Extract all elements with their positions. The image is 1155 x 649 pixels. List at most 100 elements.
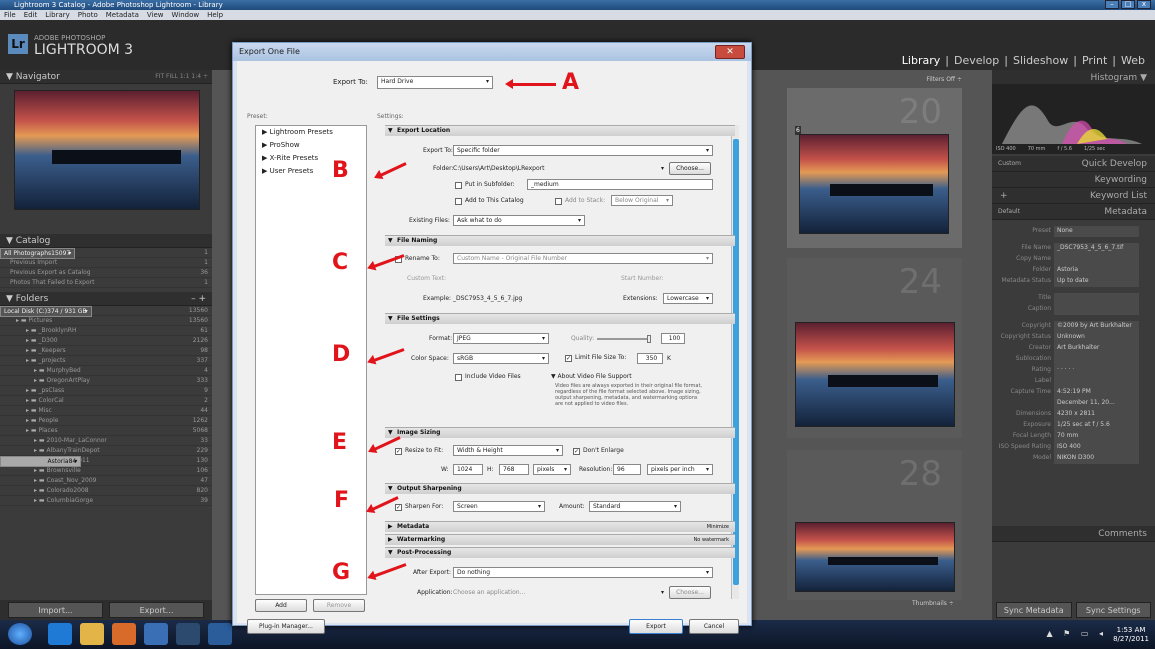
lightroom-task-icon[interactable] [176,623,200,645]
thumbnail[interactable] [795,522,955,592]
choose-folder-button[interactable]: Choose... [669,162,711,175]
stack-select[interactable]: Below Original [611,195,673,206]
extensions-select[interactable]: Lowercase [663,293,713,304]
filter-toggle[interactable]: Filters Off ÷ [926,76,962,83]
resolution-unit-select[interactable]: pixels per inch [647,464,713,475]
folders-add-remove[interactable]: – + [191,292,212,306]
catalog-item[interactable]: All Photographs 15097 [0,248,76,259]
add-stack-checkbox[interactable] [555,198,562,205]
metadata-header[interactable]: Default Metadata [992,204,1155,220]
clock[interactable]: 1:53 AM 8/27/2011 [1113,626,1149,644]
metadata-value[interactable]: Art Burkhalter [1054,343,1139,354]
metadata-value[interactable]: 70 mm [1054,431,1139,442]
metadata-value[interactable]: Astoria [1054,265,1139,276]
folders-header[interactable]: ▼ Folders – + [0,292,212,306]
rename-select[interactable]: Custom Name - Original File Number [453,253,713,264]
folder-dropdown-icon[interactable]: ▾ [661,165,664,172]
folder-item[interactable]: ▸ ▬ Coast_Nov_2009 47 [0,476,212,486]
section-post-processing[interactable]: Post-Processing [385,547,735,558]
sharpen-checkbox[interactable]: ✓ [395,504,402,511]
add-catalog-checkbox[interactable] [455,198,462,205]
module-slideshow[interactable]: Slideshow [1013,54,1068,67]
section-metadata[interactable]: Metadata Minimize [385,521,735,532]
folder-item[interactable]: ▸ ▬ People 1262 [0,416,212,426]
preset-xrite[interactable]: ▶ X-Rite Presets [256,152,366,165]
preset-lightroom[interactable]: ▶ Lightroom Presets [256,126,366,139]
metadata-value[interactable]: 4:52:19 PM [1054,387,1139,398]
dont-enlarge-checkbox[interactable]: ✓ [573,448,580,455]
folder-item[interactable]: ▸ ▬ _BrooklynRH 61 [0,326,212,336]
metadata-value[interactable]: ISO 400 [1054,442,1139,453]
quality-input[interactable]: 100 [661,333,685,344]
comments-header[interactable]: Comments [992,526,1155,542]
photoshop-task-icon[interactable] [208,623,232,645]
word-icon[interactable] [144,623,168,645]
location-export-to-select[interactable]: Specific folder [453,145,713,156]
cancel-button[interactable]: Cancel [689,619,739,634]
after-export-select[interactable]: Do nothing [453,567,713,578]
folder-item[interactable]: ▸ ▬ _Keepers 98 [0,346,212,356]
media-icon[interactable] [112,623,136,645]
metadata-value[interactable]: Up to date [1054,276,1139,287]
metadata-value[interactable] [1054,354,1139,365]
height-input[interactable]: 768 [499,464,529,475]
include-video-checkbox[interactable] [455,374,462,381]
section-watermarking[interactable]: Watermarking No watermark [385,534,735,545]
folder-item[interactable]: ▸ ▬ AlbanyTrainDepot 229 [0,446,212,456]
existing-files-select[interactable]: Ask what to do [453,215,585,226]
navigator-preview[interactable] [14,90,200,210]
resize-select[interactable]: Width & Height [453,445,563,456]
section-file-settings[interactable]: File Settings [385,313,735,324]
sync-settings-button[interactable]: Sync Settings [1075,602,1151,618]
amount-select[interactable]: Standard [589,501,681,512]
folder-item[interactable]: ▸ ▬ Brownsville 106 [0,466,212,476]
width-input[interactable]: 1024 [453,464,483,475]
folder-item[interactable]: ▸ ▬ 2010-Mar_LaConnor 33 [0,436,212,446]
keywording-header[interactable]: Keywording [992,172,1155,188]
section-output-sharpening[interactable]: Output Sharpening [385,483,735,494]
resolution-input[interactable]: 96 [613,464,641,475]
add-keyword-icon[interactable]: + [992,188,1008,204]
metadata-value[interactable]: 4230 x 2811 [1054,409,1139,420]
ie-icon[interactable] [48,623,72,645]
metadata-value[interactable]: _DSC7953_4_5_6_7.tif [1054,243,1139,254]
grid-cell-selected[interactable]: 20 6 [787,88,962,248]
metadata-value[interactable]: 1/25 sec at f / 5.6 [1054,420,1139,431]
system-tray[interactable]: ▲ ⚑ ▭ ◂ [1046,629,1107,638]
folder-item[interactable]: ▸ ▬ _psClass 9 [0,386,212,396]
folder-item[interactable]: ▸ ▬ Colorado2008 820 [0,486,212,496]
folder-item[interactable]: ▸ ▬ ColorCal 2 [0,396,212,406]
export-button[interactable]: Export... [109,602,204,618]
plugin-manager-button[interactable]: Plug-in Manager... [247,619,325,634]
metadata-value[interactable]: None [1054,226,1139,237]
resize-checkbox[interactable]: ✓ [395,448,402,455]
subfolder-input[interactable]: _medium [527,179,713,190]
explorer-icon[interactable] [80,623,104,645]
menu-window[interactable]: Window [172,10,200,20]
dialog-close-button[interactable]: ✕ [715,45,745,59]
folder-item[interactable]: ▸ ▬ Astoria 84 [0,456,82,467]
sharpen-select[interactable]: Screen [453,501,545,512]
folder-item[interactable]: ▸ ▬ MurphyBed 4 [0,366,212,376]
choose-application-button[interactable]: Choose... [669,586,711,599]
section-image-sizing[interactable]: Image Sizing [385,427,735,438]
metadata-value[interactable]: ©2009 by Art Burkhalter [1054,321,1139,332]
metadata-value[interactable] [1054,293,1139,304]
menu-photo[interactable]: Photo [78,10,98,20]
remove-preset-button[interactable]: Remove [313,599,365,612]
navigator-zoom[interactable]: FIT FILL 1:1 1:4 ÷ [155,70,212,84]
limit-size-checkbox[interactable]: ✓ [565,355,572,362]
grid-cell[interactable]: 28 [787,450,962,600]
metadata-value[interactable]: Unknown [1054,332,1139,343]
navigator-header[interactable]: ▼ Navigator FIT FILL 1:1 1:4 ÷ [0,70,212,84]
folder-item[interactable]: ▸ ▬ _D300 2126 [0,336,212,346]
folder-item[interactable]: ▸ ▬ Pictures 13560 [0,316,212,326]
thumbnail[interactable] [799,134,949,234]
quality-slider-thumb[interactable] [647,335,651,343]
metadata-value[interactable] [1054,376,1139,387]
menu-view[interactable]: View [147,10,164,20]
preset-user[interactable]: ▶ User Presets [256,165,366,178]
disk-row[interactable]: Local Disk (C:) 374 / 931 GB [0,306,92,317]
module-develop[interactable]: Develop [954,54,999,67]
folder-item[interactable]: ▸ ▬ Misc 44 [0,406,212,416]
